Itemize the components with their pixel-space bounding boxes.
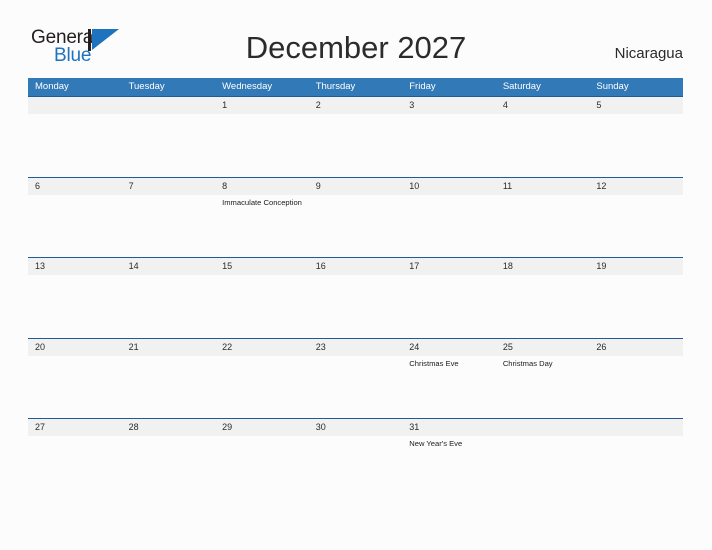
- day-number[interactable]: 22: [215, 339, 309, 356]
- day-number[interactable]: 13: [28, 258, 122, 275]
- day-event-text: [28, 356, 122, 418]
- day-number[interactable]: 1: [215, 97, 309, 114]
- day-number[interactable]: 14: [122, 258, 216, 275]
- day-event-text: [309, 356, 403, 418]
- day-event-text: [28, 195, 122, 257]
- day-header-monday: Monday: [35, 81, 69, 92]
- day-number[interactable]: 27: [28, 419, 122, 436]
- day-number[interactable]: 10: [402, 178, 496, 195]
- day-number[interactable]: 2: [309, 97, 403, 114]
- day-event-text: [309, 436, 403, 498]
- day-number[interactable]: 16: [309, 258, 403, 275]
- week-event-band: New Year's Eve: [28, 436, 683, 498]
- day-event-text: [309, 114, 403, 176]
- day-number[interactable]: [28, 97, 122, 114]
- week-row: 6 7 8 9 10 11 12 Immaculate Conception: [28, 176, 683, 258]
- day-number[interactable]: 5: [589, 97, 683, 114]
- day-number[interactable]: 26: [589, 339, 683, 356]
- day-number[interactable]: 11: [496, 178, 590, 195]
- day-number[interactable]: [589, 419, 683, 436]
- day-event-text: [402, 114, 496, 176]
- day-event-text: Christmas Eve: [409, 358, 459, 368]
- day-number[interactable]: 28: [122, 419, 216, 436]
- day-of-week-header-row: Monday Tuesday Wednesday Thursday Friday…: [28, 78, 683, 96]
- week-event-band: Christmas Eve Christmas Day: [28, 355, 683, 418]
- day-number[interactable]: 3: [402, 97, 496, 114]
- day-event-text: [496, 195, 590, 257]
- week-row: 1 2 3 4 5: [28, 96, 683, 177]
- calendar-page: General Blue December 2027 Nicaragua Mon…: [0, 0, 712, 550]
- day-number[interactable]: 15: [215, 258, 309, 275]
- day-event-text: [28, 275, 122, 337]
- day-event-text: [122, 114, 216, 176]
- day-event-text: [309, 195, 403, 257]
- day-number[interactable]: 21: [122, 339, 216, 356]
- week-event-band: Immaculate Conception: [28, 194, 683, 257]
- day-header-friday: Friday: [409, 81, 436, 92]
- day-event-text: [215, 114, 309, 176]
- day-number[interactable]: 12: [589, 178, 683, 195]
- day-event-text: [309, 275, 403, 337]
- day-number[interactable]: 4: [496, 97, 590, 114]
- week-event-band: [28, 275, 683, 337]
- day-event-text: [496, 275, 590, 337]
- day-number[interactable]: 19: [589, 258, 683, 275]
- day-number[interactable]: 30: [309, 419, 403, 436]
- day-event-text: Immaculate Conception: [222, 197, 302, 207]
- week-row: 13 14 15 16 17 18 19: [28, 257, 683, 338]
- week-day-number-band: 1 2 3 4 5: [28, 96, 683, 114]
- day-event-text: [496, 436, 590, 498]
- week-day-number-band: 27 28 29 30 31: [28, 418, 683, 436]
- calendar-grid: Monday Tuesday Wednesday Thursday Friday…: [28, 78, 683, 499]
- day-event-text: [589, 356, 683, 418]
- day-event-text: Christmas Day: [502, 358, 553, 368]
- day-header-wednesday: Wednesday: [222, 81, 273, 92]
- day-event-text: [215, 436, 309, 498]
- day-event-text: [589, 275, 683, 337]
- day-number[interactable]: 20: [28, 339, 122, 356]
- day-event-text: [122, 195, 216, 257]
- day-number[interactable]: 29: [215, 419, 309, 436]
- day-event-text: [589, 114, 683, 176]
- day-number[interactable]: 31: [402, 419, 496, 436]
- day-event-text: [122, 436, 216, 498]
- day-header-tuesday: Tuesday: [128, 81, 165, 92]
- day-event-text: [122, 275, 216, 337]
- week-day-number-band: 20 21 22 23 24 25 26: [28, 337, 683, 356]
- week-row: 20 21 22 23 24 25 26 Christmas Eve Chris…: [28, 337, 683, 419]
- day-event-text: [496, 114, 590, 176]
- day-number[interactable]: 9: [309, 178, 403, 195]
- page-title: December 2027: [245, 30, 467, 65]
- day-event-text: [28, 114, 122, 176]
- day-event-text: New Year's Eve: [409, 439, 463, 448]
- day-event-text: [215, 356, 309, 418]
- day-header-saturday: Saturday: [502, 81, 541, 92]
- day-number[interactable]: 6: [28, 178, 122, 195]
- day-event-text: [122, 356, 216, 418]
- day-number[interactable]: 23: [309, 339, 403, 356]
- country-label: Nicaragua: [614, 45, 683, 62]
- week-row: 27 28 29 30 31 New Year's Eve: [28, 418, 683, 499]
- day-number[interactable]: [496, 419, 590, 436]
- week-event-band: [28, 114, 683, 176]
- page-header: General Blue December 2027 Nicaragua: [0, 0, 712, 78]
- day-header-sunday: Sunday: [596, 81, 629, 92]
- day-event-text: [402, 195, 496, 257]
- day-header-thursday: Thursday: [315, 81, 356, 92]
- day-number[interactable]: 24: [402, 339, 496, 356]
- day-number[interactable]: 8: [215, 178, 309, 195]
- day-number[interactable]: [122, 97, 216, 114]
- day-number[interactable]: 18: [496, 258, 590, 275]
- week-day-number-band: 6 7 8 9 10 11 12: [28, 176, 683, 195]
- day-number[interactable]: 17: [402, 258, 496, 275]
- day-event-text: [215, 275, 309, 337]
- day-event-text: [402, 275, 496, 337]
- day-event-text: [589, 195, 683, 257]
- day-number[interactable]: 7: [122, 178, 216, 195]
- day-number[interactable]: 25: [496, 339, 590, 356]
- day-event-text: [28, 436, 122, 498]
- week-day-number-band: 13 14 15 16 17 18 19: [28, 257, 683, 275]
- day-event-text: [589, 436, 683, 498]
